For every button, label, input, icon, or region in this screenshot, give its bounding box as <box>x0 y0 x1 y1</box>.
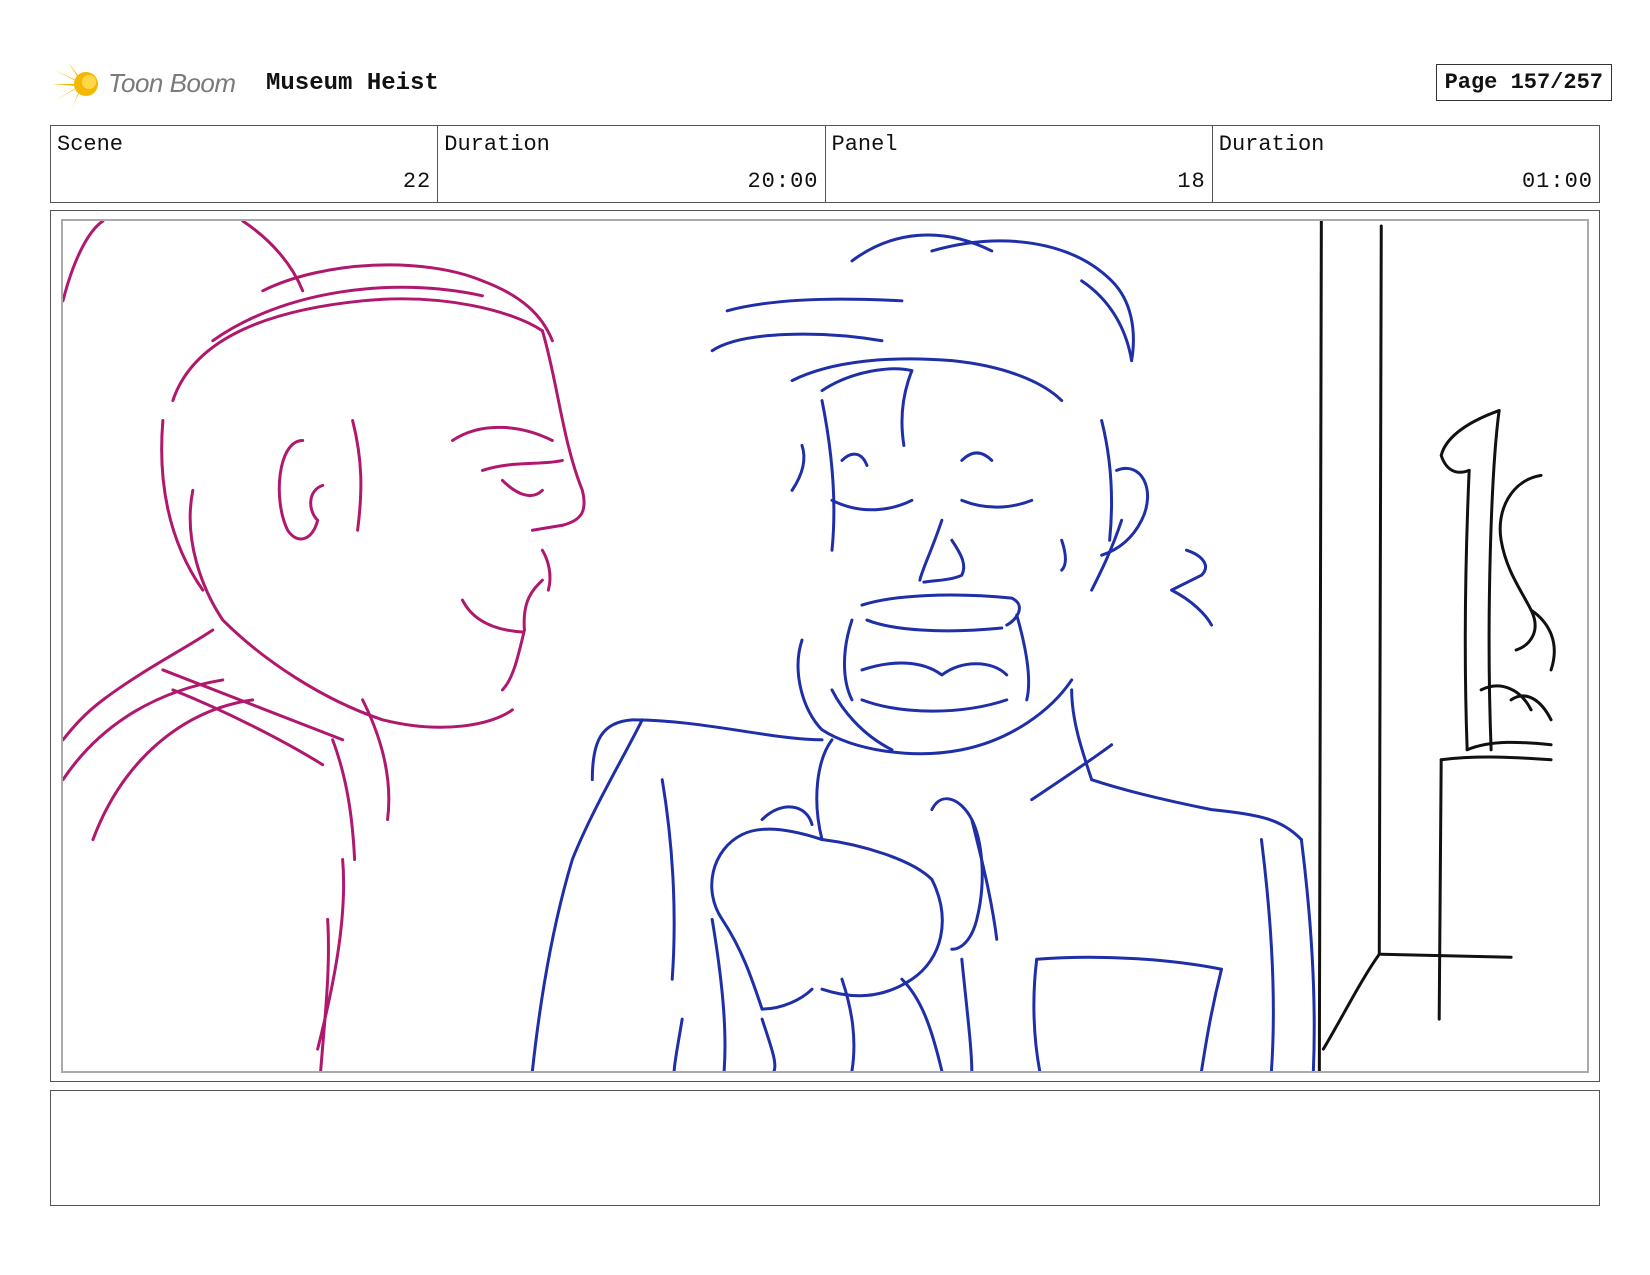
panel-label: Panel <box>831 132 898 157</box>
scene-label: Scene <box>57 132 124 157</box>
right-character-sketch <box>530 233 1316 1071</box>
scene-duration-cell: Duration 20:00 <box>438 126 826 202</box>
panel-notes-box <box>50 1090 1600 1206</box>
toon-boom-logo: Toon Boom <box>52 56 252 112</box>
star-burst-icon <box>52 62 98 108</box>
background-sketch <box>1317 221 1556 1071</box>
storyboard-panel <box>50 210 1600 1082</box>
scene-value: 22 <box>402 169 432 194</box>
panel-info-row: Scene 22 Duration 20:00 Panel 18 Duratio… <box>50 125 1600 203</box>
logo-text: Toon Boom <box>108 68 236 98</box>
page-header: Toon Boom Museum Heist Page 157/257 <box>52 56 1612 112</box>
panel-cell: Panel 18 <box>826 126 1213 202</box>
panel-duration-label: Duration <box>1218 132 1325 157</box>
panel-drawing-area <box>61 219 1589 1073</box>
panel-sketch <box>63 221 1556 1071</box>
panel-duration-cell: Duration 01:00 <box>1213 126 1599 202</box>
scene-duration-label: Duration <box>444 132 550 157</box>
panel-duration-value: 01:00 <box>1521 169 1593 194</box>
scene-cell: Scene 22 <box>51 126 439 202</box>
page-number: Page 157/257 <box>1435 64 1612 101</box>
scene-duration-value: 20:00 <box>747 169 819 194</box>
project-title: Museum Heist <box>266 70 439 97</box>
panel-value: 18 <box>1177 169 1206 194</box>
left-character-sketch <box>63 221 586 1071</box>
